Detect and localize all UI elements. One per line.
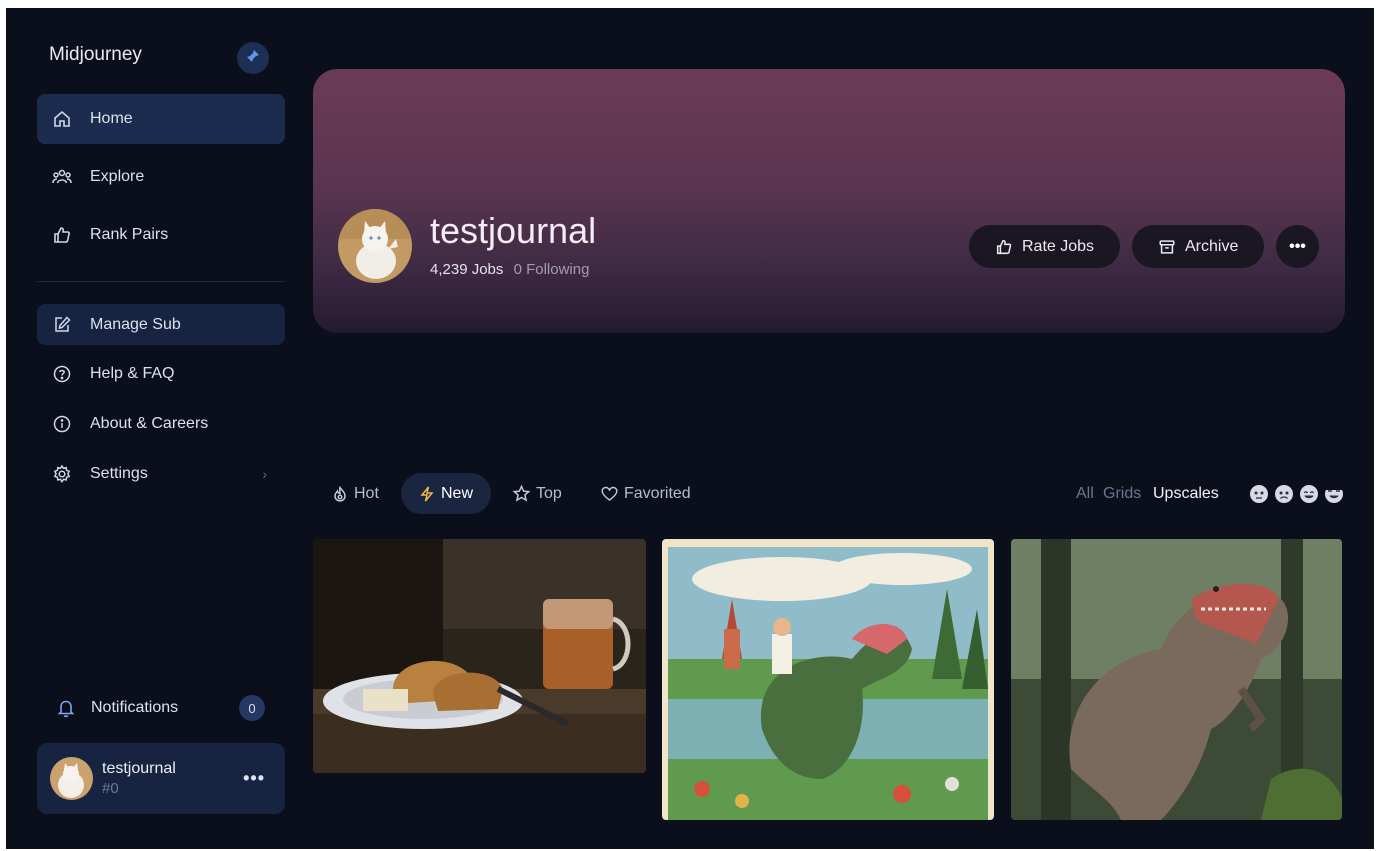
- sidebar-item-label: Explore: [90, 168, 145, 185]
- sidebar-item-settings[interactable]: Settings ›: [37, 453, 285, 494]
- tab-label: Favorited: [624, 484, 691, 502]
- rate-jobs-label: Rate Jobs: [1022, 237, 1095, 255]
- archive-button[interactable]: Archive: [1132, 225, 1265, 268]
- profile-name: testjournal: [430, 210, 597, 251]
- thumbs-up-icon: [52, 225, 72, 245]
- filter-upscales[interactable]: Upscales: [1153, 485, 1219, 503]
- user-card[interactable]: testjournal #0 •••: [37, 743, 285, 814]
- home-icon: [52, 109, 72, 129]
- user-tag: #0: [102, 780, 119, 797]
- gear-icon: [52, 464, 72, 484]
- profile-stats: 4,239 Jobs 0 Following: [430, 261, 589, 278]
- brand-title: Midjourney: [49, 44, 142, 65]
- archive-label: Archive: [1185, 237, 1239, 255]
- sidebar-item-rank-pairs[interactable]: Rank Pairs: [37, 210, 285, 260]
- sidebar-item-home[interactable]: Home: [37, 94, 285, 144]
- app-window: Midjourney Home Explore Rank Pairs Manag…: [6, 8, 1374, 849]
- tab-new[interactable]: New: [401, 473, 492, 514]
- star-struck-face-icon[interactable]: [1325, 485, 1343, 503]
- notification-count-badge: 0: [239, 695, 265, 721]
- sidebar-item-label: Help & FAQ: [90, 364, 175, 382]
- heart-icon: [601, 486, 618, 502]
- sidebar-item-about[interactable]: About & Careers: [37, 403, 285, 444]
- sidebar-item-manage-sub[interactable]: Manage Sub: [37, 304, 285, 345]
- gallery-image-boy-dinosaur[interactable]: [662, 539, 994, 820]
- tab-label: New: [441, 484, 474, 502]
- sidebar-item-label: Home: [90, 110, 133, 127]
- sidebar-item-label: About & Careers: [90, 414, 209, 432]
- gallery-image-bread-tea[interactable]: [313, 539, 646, 773]
- people-icon: [52, 167, 72, 187]
- jobs-count: 4,239 Jobs: [430, 261, 504, 278]
- star-icon: [513, 485, 530, 502]
- sidebar-item-help[interactable]: Help & FAQ: [37, 353, 285, 394]
- sidebar: Midjourney Home Explore Rank Pairs Manag…: [6, 8, 298, 849]
- help-icon: [52, 364, 72, 384]
- sidebar-divider: [37, 281, 285, 282]
- tab-top[interactable]: Top: [495, 473, 580, 514]
- tab-hot[interactable]: Hot: [314, 473, 397, 514]
- flame-icon: [332, 485, 348, 502]
- gallery-image-dinosaur-forest[interactable]: [1011, 539, 1342, 820]
- info-icon: [52, 414, 72, 434]
- sad-face-icon[interactable]: [1275, 485, 1293, 503]
- sidebar-item-explore[interactable]: Explore: [37, 152, 285, 202]
- notifications-button[interactable]: Notifications 0: [37, 688, 285, 728]
- tab-favorited[interactable]: Favorited: [583, 473, 709, 514]
- chevron-right-icon: ›: [262, 465, 267, 482]
- notifications-label: Notifications: [91, 699, 179, 716]
- sidebar-item-label: Manage Sub: [90, 315, 181, 333]
- profile-avatar: [338, 209, 412, 283]
- rate-jobs-button[interactable]: Rate Jobs: [969, 225, 1121, 268]
- following-link[interactable]: 0 Following: [514, 261, 590, 278]
- filter-grids[interactable]: Grids: [1103, 485, 1141, 503]
- grin-face-icon[interactable]: [1300, 485, 1318, 503]
- filter-all[interactable]: All: [1076, 485, 1094, 503]
- sidebar-item-label: Settings: [90, 464, 148, 482]
- user-menu-button[interactable]: •••: [243, 768, 265, 789]
- neutral-face-icon[interactable]: [1250, 485, 1268, 503]
- avatar: [50, 757, 93, 800]
- lightning-icon: [419, 486, 435, 502]
- pin-icon: [246, 49, 260, 68]
- sidebar-item-label: Rank Pairs: [90, 226, 169, 243]
- archive-icon: [1158, 238, 1176, 256]
- user-name: testjournal: [102, 760, 176, 777]
- bell-icon: [57, 698, 77, 718]
- tab-label: Hot: [354, 484, 379, 502]
- thumbs-up-icon: [995, 238, 1013, 256]
- edit-icon: [52, 315, 72, 335]
- profile-more-button[interactable]: •••: [1276, 225, 1319, 268]
- pin-button[interactable]: [237, 42, 269, 74]
- profile-banner: testjournal 4,239 Jobs 0 Following Rate …: [313, 69, 1345, 333]
- tab-label: Top: [536, 484, 562, 502]
